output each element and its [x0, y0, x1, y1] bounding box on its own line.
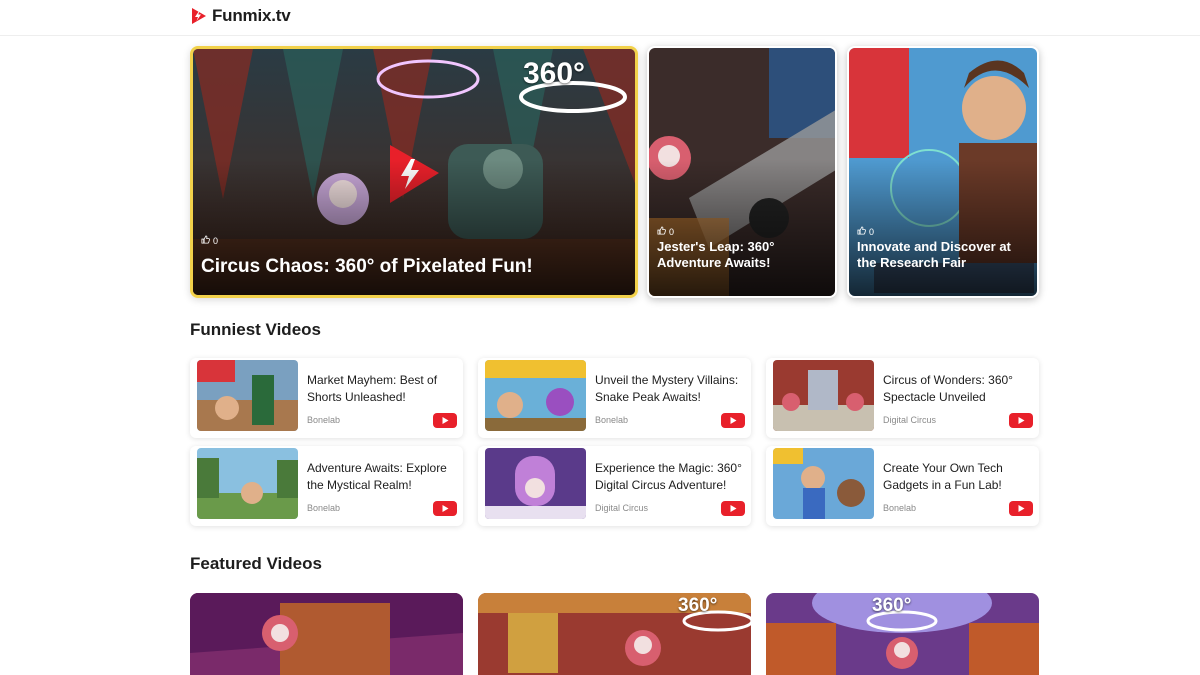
thumbs-up-icon — [657, 226, 666, 237]
featured-video-card[interactable]: 360° — [766, 593, 1039, 675]
video-card[interactable]: Unveil the Mystery Villains: Snake Peak … — [478, 358, 751, 438]
video-title: Circus of Wonders: 360° Spectacle Unveil… — [883, 373, 1013, 404]
play-bolt-icon — [190, 6, 208, 26]
video-thumbnail — [773, 360, 874, 431]
likes-counter: 0 — [857, 226, 874, 237]
video-thumbnail — [197, 360, 298, 431]
featured-videos-grid: 360° 360° — [190, 593, 1040, 675]
youtube-icon — [433, 413, 457, 428]
video-title: Adventure Awaits: Explore the Mystical R… — [307, 461, 447, 492]
thumbs-up-icon — [857, 226, 866, 237]
channel-name: Bonelab — [883, 503, 917, 513]
channel-name: Bonelab — [307, 503, 341, 513]
video-thumbnail — [485, 448, 586, 519]
video-thumbnail — [197, 448, 298, 519]
360-badge: 360° — [678, 595, 718, 616]
likes-counter: 0 — [657, 226, 674, 237]
youtube-icon — [1009, 501, 1033, 516]
video-thumbnail — [485, 360, 586, 431]
thumbs-up-icon — [201, 235, 210, 246]
youtube-icon — [1009, 413, 1033, 428]
hero-side-title: Jester's Leap: 360° Adventure Awaits! — [657, 239, 775, 270]
video-card[interactable]: Create Your Own Tech Gadgets in a Fun La… — [766, 446, 1039, 526]
funniest-videos-grid: Market Mayhem: Best of Shorts Unleashed!… — [190, 358, 1040, 526]
video-title: Create Your Own Tech Gadgets in a Fun La… — [883, 461, 1003, 492]
video-card[interactable]: Experience the Magic: 360° Digital Circu… — [478, 446, 751, 526]
360-badge: 360° — [872, 595, 912, 616]
video-title: Unveil the Mystery Villains: Snake Peak … — [595, 373, 739, 404]
funniest-videos-heading: Funniest Videos — [190, 320, 321, 339]
360-badge: 360° — [523, 57, 586, 90]
hero-main-title: Circus Chaos: 360° of Pixelated Fun! — [201, 256, 533, 277]
video-title: Experience the Magic: 360° Digital Circu… — [595, 461, 742, 492]
likes-counter: 0 — [201, 235, 218, 246]
logo-text: Funmix.tv — [212, 6, 291, 25]
youtube-icon — [721, 501, 745, 516]
video-thumbnail — [773, 448, 874, 519]
hero-carousel: 360° 0 Circus Chaos: 360° of Pixelated F… — [190, 46, 1040, 298]
channel-name: Bonelab — [307, 415, 341, 425]
featured-videos-heading: Featured Videos — [190, 554, 322, 573]
hero-side-card[interactable]: 0 Jester's Leap: 360° Adventure Awaits! — [647, 46, 837, 298]
video-card[interactable]: Circus of Wonders: 360° Spectacle Unveil… — [766, 358, 1039, 438]
channel-name: Bonelab — [595, 415, 629, 425]
channel-name: Digital Circus — [595, 503, 649, 513]
youtube-icon — [721, 413, 745, 428]
video-thumbnail — [190, 593, 463, 675]
featured-video-card[interactable]: 360° — [478, 593, 751, 675]
site-header: Funmix.tv — [0, 0, 1200, 36]
youtube-icon — [433, 501, 457, 516]
channel-name: Digital Circus — [883, 415, 937, 425]
hero-side-title: Innovate and Discover at the Research Fa… — [857, 239, 1011, 270]
site-logo[interactable]: Funmix.tv — [190, 6, 291, 26]
video-title: Market Mayhem: Best of Shorts Unleashed! — [307, 373, 438, 404]
video-card[interactable]: Market Mayhem: Best of Shorts Unleashed!… — [190, 358, 463, 438]
video-card[interactable]: Adventure Awaits: Explore the Mystical R… — [190, 446, 463, 526]
hero-main-card[interactable]: 360° 0 Circus Chaos: 360° of Pixelated F… — [190, 46, 638, 298]
hero-side-card[interactable]: 0 Innovate and Discover at the Research … — [847, 46, 1039, 298]
featured-video-card[interactable] — [190, 593, 463, 675]
